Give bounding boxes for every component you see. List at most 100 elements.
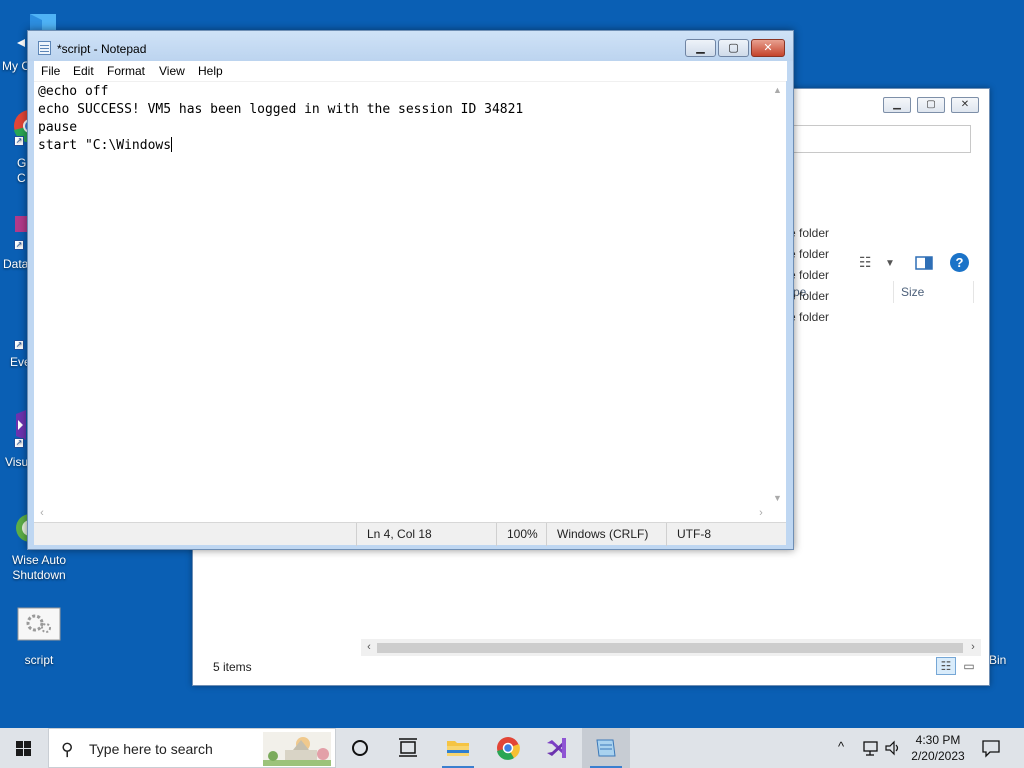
chrome-icon [497, 737, 520, 760]
cortana-icon [352, 740, 368, 756]
preview-pane-icon[interactable] [915, 256, 933, 270]
taskbar-chrome[interactable] [484, 728, 532, 768]
scroll-down-icon[interactable]: ▼ [769, 490, 786, 506]
list-item[interactable]: e folder [789, 226, 829, 240]
notepad-window[interactable]: *script - Notepad ▁ ▢ ✕ File Edit Format… [27, 30, 794, 550]
encoding: UTF-8 [666, 523, 770, 546]
menu-view[interactable]: View [159, 64, 185, 78]
item-count: 5 items [213, 660, 252, 674]
menu-edit[interactable]: Edit [73, 64, 94, 78]
list-item[interactable]: e folder [789, 289, 829, 303]
scroll-left-icon[interactable]: ‹ [34, 505, 50, 522]
taskbar: ⚲ Type here to search ^ 4:30 PM 2/20/202… [0, 728, 1024, 768]
editor-content[interactable]: @echo off echo SUCCESS! VM5 has been logg… [38, 83, 523, 155]
scroll-right-icon[interactable]: › [965, 639, 981, 656]
menu-help[interactable]: Help [198, 64, 223, 78]
maximize-button[interactable]: ▢ [718, 39, 749, 57]
scrollbar-thumb[interactable] [377, 643, 963, 653]
notifications-icon[interactable] [981, 738, 1001, 768]
menu-format[interactable]: Format [107, 64, 145, 78]
text-editor[interactable]: @echo off echo SUCCESS! VM5 has been logg… [34, 81, 786, 522]
desktop-icon-label: Bin [989, 653, 1007, 667]
minimize-button[interactable]: ▁ [685, 39, 716, 57]
menu-bar: File Edit Format View Help [34, 61, 787, 81]
menu-file[interactable]: File [41, 64, 60, 78]
folder-icon [447, 741, 469, 756]
close-button[interactable]: ✕ [751, 39, 785, 57]
zoom-level: 100% [496, 523, 546, 546]
column-divider[interactable] [973, 281, 974, 303]
scrollbar-corner [769, 505, 786, 522]
show-hidden-icons-chevron-up-icon[interactable]: ^ [838, 739, 844, 768]
shortcut-arrow-icon [17, 39, 25, 47]
search-placeholder[interactable]: Type here to search [89, 741, 213, 757]
window-title: *script - Notepad [57, 42, 147, 56]
clock-date: 2/20/2023 [911, 749, 965, 763]
large-icons-view-icon[interactable]: ▭ [959, 657, 979, 675]
column-header-size[interactable]: Size [901, 281, 924, 303]
desktop-icon-label: script [24, 653, 54, 667]
desktop-icon-script[interactable]: script [10, 606, 68, 670]
desktop-icon-recycle-bin[interactable]: Bin [986, 606, 1024, 670]
taskbar-visual-studio[interactable] [532, 728, 580, 768]
taskbar-file-explorer[interactable] [434, 728, 482, 768]
taskbar-clock[interactable]: 4:30 PM 2/20/2023 [906, 732, 970, 764]
notepad-icon [38, 41, 51, 55]
notepad-title-bar[interactable]: *script - Notepad ▁ ▢ ✕ [28, 31, 793, 61]
network-icon[interactable] [862, 739, 880, 768]
visual-studio-icon [16, 410, 26, 440]
desktop-icon-label: C [17, 171, 26, 185]
desktop-icon-google-chrome[interactable]: ↗ G C [0, 108, 32, 188]
column-divider[interactable] [893, 281, 894, 303]
text-line: pause [38, 120, 78, 135]
windows-logo-icon-part [24, 749, 31, 756]
visual-studio-icon [547, 738, 566, 758]
desktop-icon-label: Data [3, 257, 29, 271]
taskbar-notepad[interactable] [582, 728, 630, 768]
windows-logo-icon [16, 741, 23, 748]
windows-logo-icon-part [24, 741, 31, 748]
desktop-icon-label: My C [2, 59, 30, 73]
desktop-icon-event[interactable]: ↗ Eve [0, 338, 31, 378]
text-caret [171, 137, 173, 152]
line-ending: Windows (CRLF) [546, 523, 666, 546]
batch-file-icon [17, 607, 61, 641]
explorer-close-button[interactable]: ✕ [951, 97, 979, 113]
cursor-position: Ln 4, Col 18 [356, 523, 496, 546]
windows-logo-icon-part [16, 749, 23, 756]
list-item[interactable]: e folder [789, 268, 829, 282]
scroll-left-icon[interactable]: ‹ [361, 639, 377, 656]
list-item[interactable]: e folder [789, 310, 829, 324]
explorer-minimize-button[interactable]: ▁ [883, 97, 911, 113]
text-line: @echo off [38, 84, 109, 99]
scroll-up-icon[interactable]: ▲ [769, 82, 786, 98]
clock-time: 4:30 PM [915, 733, 961, 747]
explorer-maximize-button[interactable]: ▢ [917, 97, 945, 113]
desktop-icon-label: Wise Auto [11, 553, 67, 567]
list-item[interactable]: e folder [789, 247, 829, 261]
shortcut-arrow-icon: ↗ [14, 340, 24, 350]
shortcut-arrow-icon: ↗ [14, 438, 24, 448]
explorer-search-box[interactable] [783, 125, 971, 153]
horizontal-scrollbar[interactable]: ‹ › [361, 639, 981, 656]
volume-icon[interactable] [884, 739, 902, 768]
shortcut-arrow-icon: ↗ [14, 136, 24, 146]
help-icon[interactable]: ? [950, 253, 969, 272]
chevron-down-icon[interactable]: ▼ [885, 258, 895, 269]
details-view-icon[interactable]: ☷ [936, 657, 956, 675]
desktop-icon-visual-studio[interactable]: ↗ Visu [0, 410, 30, 470]
search-icon: ⚲ [61, 740, 74, 759]
desktop-icon-label: Shutdown [12, 568, 66, 582]
start-button[interactable] [0, 728, 48, 768]
text-line: start "C:\Windows [38, 138, 172, 153]
desktop-icon-data[interactable]: ↗ Data [0, 212, 30, 272]
view-options-icon[interactable]: ☷ [859, 254, 872, 271]
horizontal-scrollbar[interactable]: ‹ › [34, 505, 769, 522]
scroll-right-icon[interactable]: › [753, 505, 769, 522]
task-view-button[interactable] [384, 728, 432, 768]
text-line: echo SUCCESS! VM5 has been logged in wit… [38, 102, 524, 117]
status-bar: Ln 4, Col 18 100% Windows (CRLF) UTF-8 [34, 522, 786, 546]
cortana-button[interactable] [336, 728, 384, 768]
taskbar-search-box[interactable]: ⚲ Type here to search [48, 728, 336, 768]
vertical-scrollbar[interactable]: ▲ ▼ [769, 82, 786, 506]
